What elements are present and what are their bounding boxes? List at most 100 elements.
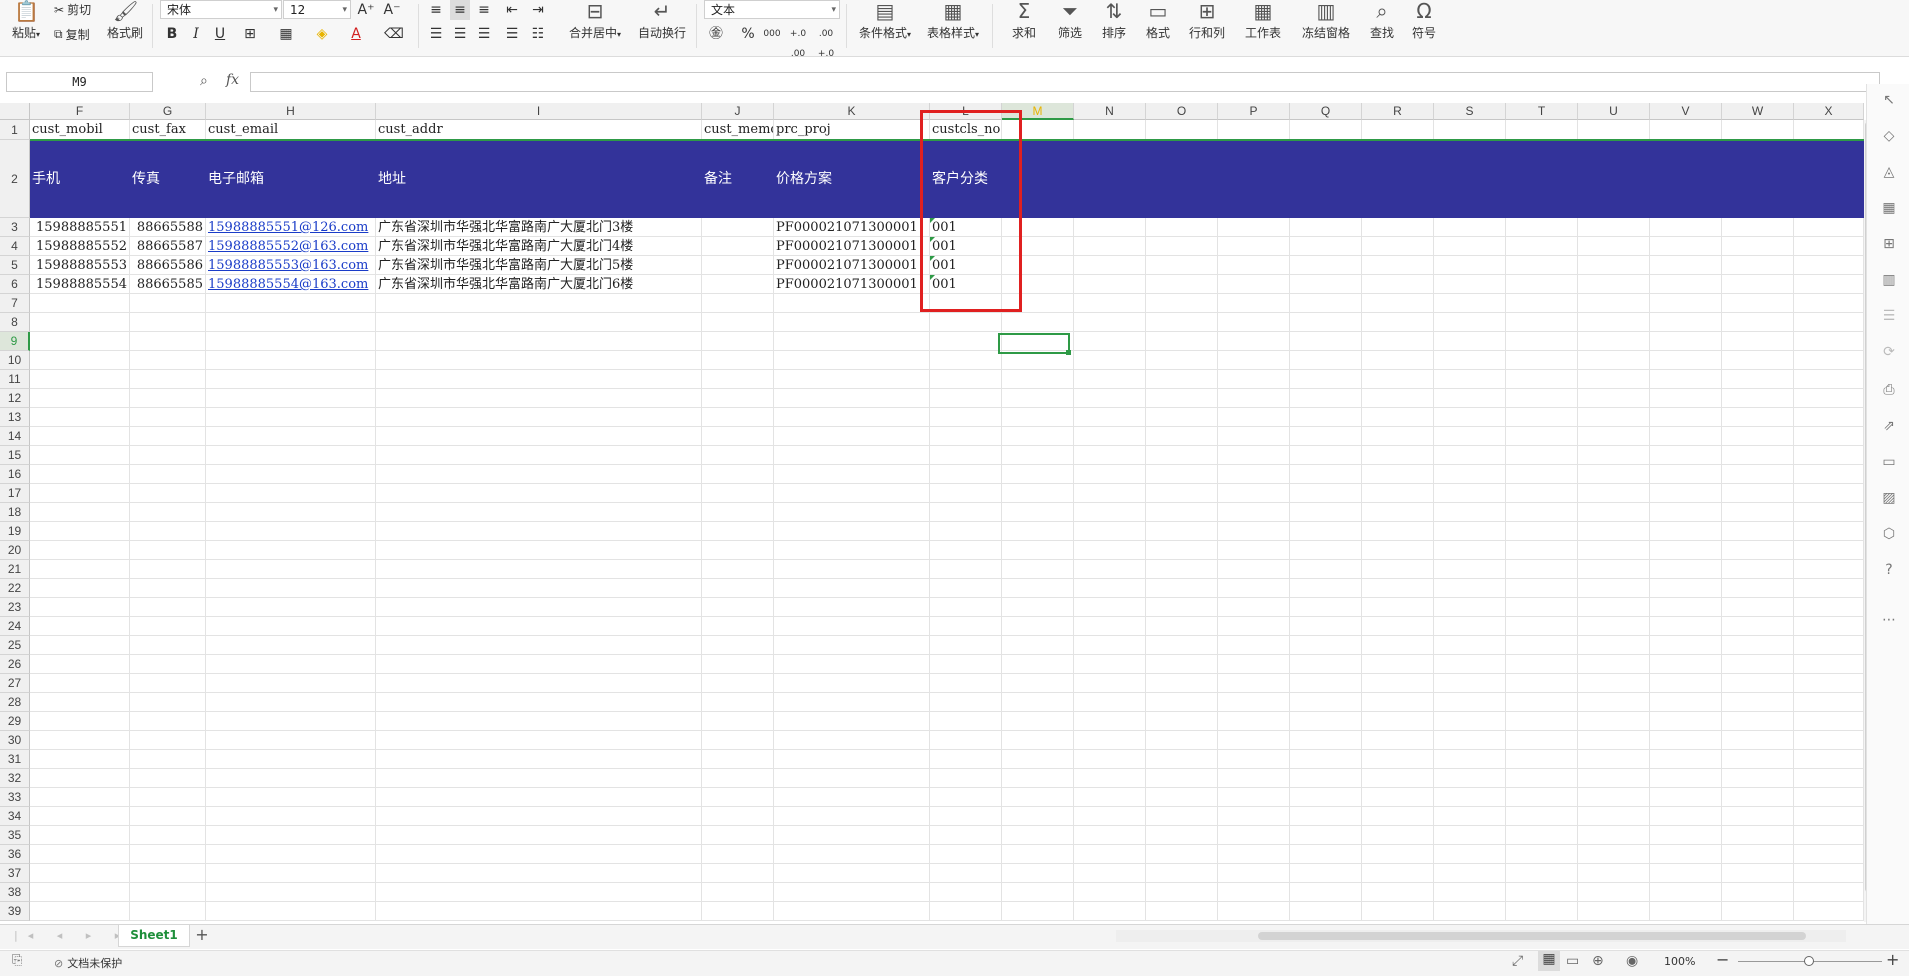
cell-j12[interactable]	[702, 389, 774, 408]
cell-l18[interactable]	[930, 503, 1002, 522]
cell-t20[interactable]	[1506, 541, 1578, 560]
cell-u8[interactable]	[1578, 313, 1650, 332]
row-header-28[interactable]: 28	[0, 693, 30, 712]
cell-s13[interactable]	[1434, 408, 1506, 427]
cell-h22[interactable]	[206, 579, 376, 598]
cell-i36[interactable]	[376, 845, 702, 864]
cell-t1[interactable]	[1506, 120, 1578, 140]
cell-o27[interactable]	[1146, 674, 1218, 693]
cell-w31[interactable]	[1722, 750, 1794, 769]
cell-t38[interactable]	[1506, 883, 1578, 902]
cell-m20[interactable]	[1002, 541, 1074, 560]
cell-h32[interactable]	[206, 769, 376, 788]
row-header-21[interactable]: 21	[0, 560, 30, 579]
cell-t21[interactable]	[1506, 560, 1578, 579]
cell-g14[interactable]	[130, 427, 206, 446]
cell-r15[interactable]	[1362, 446, 1434, 465]
cell-r18[interactable]	[1362, 503, 1434, 522]
cell-q38[interactable]	[1290, 883, 1362, 902]
cell-u7[interactable]	[1578, 294, 1650, 313]
cell-f2[interactable]: 手机	[30, 140, 130, 218]
cell-i6[interactable]: 广东省深圳市华强北华富路南广大厦北门6楼	[376, 275, 702, 294]
eye-protect-icon[interactable]: ◉	[1626, 953, 1638, 969]
cell-f35[interactable]	[30, 826, 130, 845]
cell-u26[interactable]	[1578, 655, 1650, 674]
cell-i28[interactable]	[376, 693, 702, 712]
cell-u15[interactable]	[1578, 446, 1650, 465]
cell-j32[interactable]	[702, 769, 774, 788]
cell-x34[interactable]	[1794, 807, 1864, 826]
cell-v17[interactable]	[1650, 484, 1722, 503]
cell-h20[interactable]	[206, 541, 376, 560]
border-icon[interactable]: ⊞	[240, 24, 260, 44]
cell-l23[interactable]	[930, 598, 1002, 617]
cell-w14[interactable]	[1722, 427, 1794, 446]
cell-j4[interactable]	[702, 237, 774, 256]
cell-j28[interactable]	[702, 693, 774, 712]
cell-x25[interactable]	[1794, 636, 1864, 655]
cell-s33[interactable]	[1434, 788, 1506, 807]
cell-l16[interactable]	[930, 465, 1002, 484]
cell-l20[interactable]	[930, 541, 1002, 560]
row-header-24[interactable]: 24	[0, 617, 30, 636]
row-header-36[interactable]: 36	[0, 845, 30, 864]
cell-m19[interactable]	[1002, 522, 1074, 541]
cell-u24[interactable]	[1578, 617, 1650, 636]
cell-o6[interactable]	[1146, 275, 1218, 294]
cell-g32[interactable]	[130, 769, 206, 788]
cell-g33[interactable]	[130, 788, 206, 807]
cell-f37[interactable]	[30, 864, 130, 883]
row-header-19[interactable]: 19	[0, 522, 30, 541]
cell-x21[interactable]	[1794, 560, 1864, 579]
cell-i27[interactable]	[376, 674, 702, 693]
cell-j27[interactable]	[702, 674, 774, 693]
cell-o24[interactable]	[1146, 617, 1218, 636]
cell-i20[interactable]	[376, 541, 702, 560]
cell-l32[interactable]	[930, 769, 1002, 788]
cell-m31[interactable]	[1002, 750, 1074, 769]
cell-i4[interactable]: 广东省深圳市华强北华富路南广大厦北门4楼	[376, 237, 702, 256]
cell-p38[interactable]	[1218, 883, 1290, 902]
cell-p5[interactable]	[1218, 256, 1290, 275]
cell-h5[interactable]: 15988885553@163.com	[206, 256, 376, 275]
more-icon[interactable]: ⋯	[1881, 612, 1897, 628]
cell-v3[interactable]	[1650, 218, 1722, 237]
cell-w13[interactable]	[1722, 408, 1794, 427]
cell-m33[interactable]	[1002, 788, 1074, 807]
cell-j39[interactable]	[702, 902, 774, 921]
cell-n4[interactable]	[1074, 237, 1146, 256]
cell-q31[interactable]	[1290, 750, 1362, 769]
cell-j2[interactable]: 备注	[702, 140, 774, 218]
cell-f19[interactable]	[30, 522, 130, 541]
cell-m22[interactable]	[1002, 579, 1074, 598]
cell-v24[interactable]	[1650, 617, 1722, 636]
cell-style-icon[interactable]: ▦	[276, 24, 296, 44]
cell-o26[interactable]	[1146, 655, 1218, 674]
cell-s35[interactable]	[1434, 826, 1506, 845]
cell-w3[interactable]	[1722, 218, 1794, 237]
cell-q5[interactable]	[1290, 256, 1362, 275]
cell-t29[interactable]	[1506, 712, 1578, 731]
cell-w33[interactable]	[1722, 788, 1794, 807]
cell-g10[interactable]	[130, 351, 206, 370]
cell-k35[interactable]	[774, 826, 930, 845]
cell-l36[interactable]	[930, 845, 1002, 864]
cell-s36[interactable]	[1434, 845, 1506, 864]
cell-u39[interactable]	[1578, 902, 1650, 921]
cell-f22[interactable]	[30, 579, 130, 598]
cell-f38[interactable]	[30, 883, 130, 902]
cell-u16[interactable]	[1578, 465, 1650, 484]
cell-o22[interactable]	[1146, 579, 1218, 598]
cell-n32[interactable]	[1074, 769, 1146, 788]
cell-s20[interactable]	[1434, 541, 1506, 560]
sum-button[interactable]: Σ 求和	[1004, 0, 1044, 41]
cell-v11[interactable]	[1650, 370, 1722, 389]
cell-q1[interactable]	[1290, 120, 1362, 140]
cell-t31[interactable]	[1506, 750, 1578, 769]
cell-u34[interactable]	[1578, 807, 1650, 826]
cell-j8[interactable]	[702, 313, 774, 332]
filter-button[interactable]: ⏷ 筛选	[1050, 0, 1090, 41]
cell-n17[interactable]	[1074, 484, 1146, 503]
column-header-q[interactable]: Q	[1290, 103, 1362, 120]
row-header-32[interactable]: 32	[0, 769, 30, 788]
